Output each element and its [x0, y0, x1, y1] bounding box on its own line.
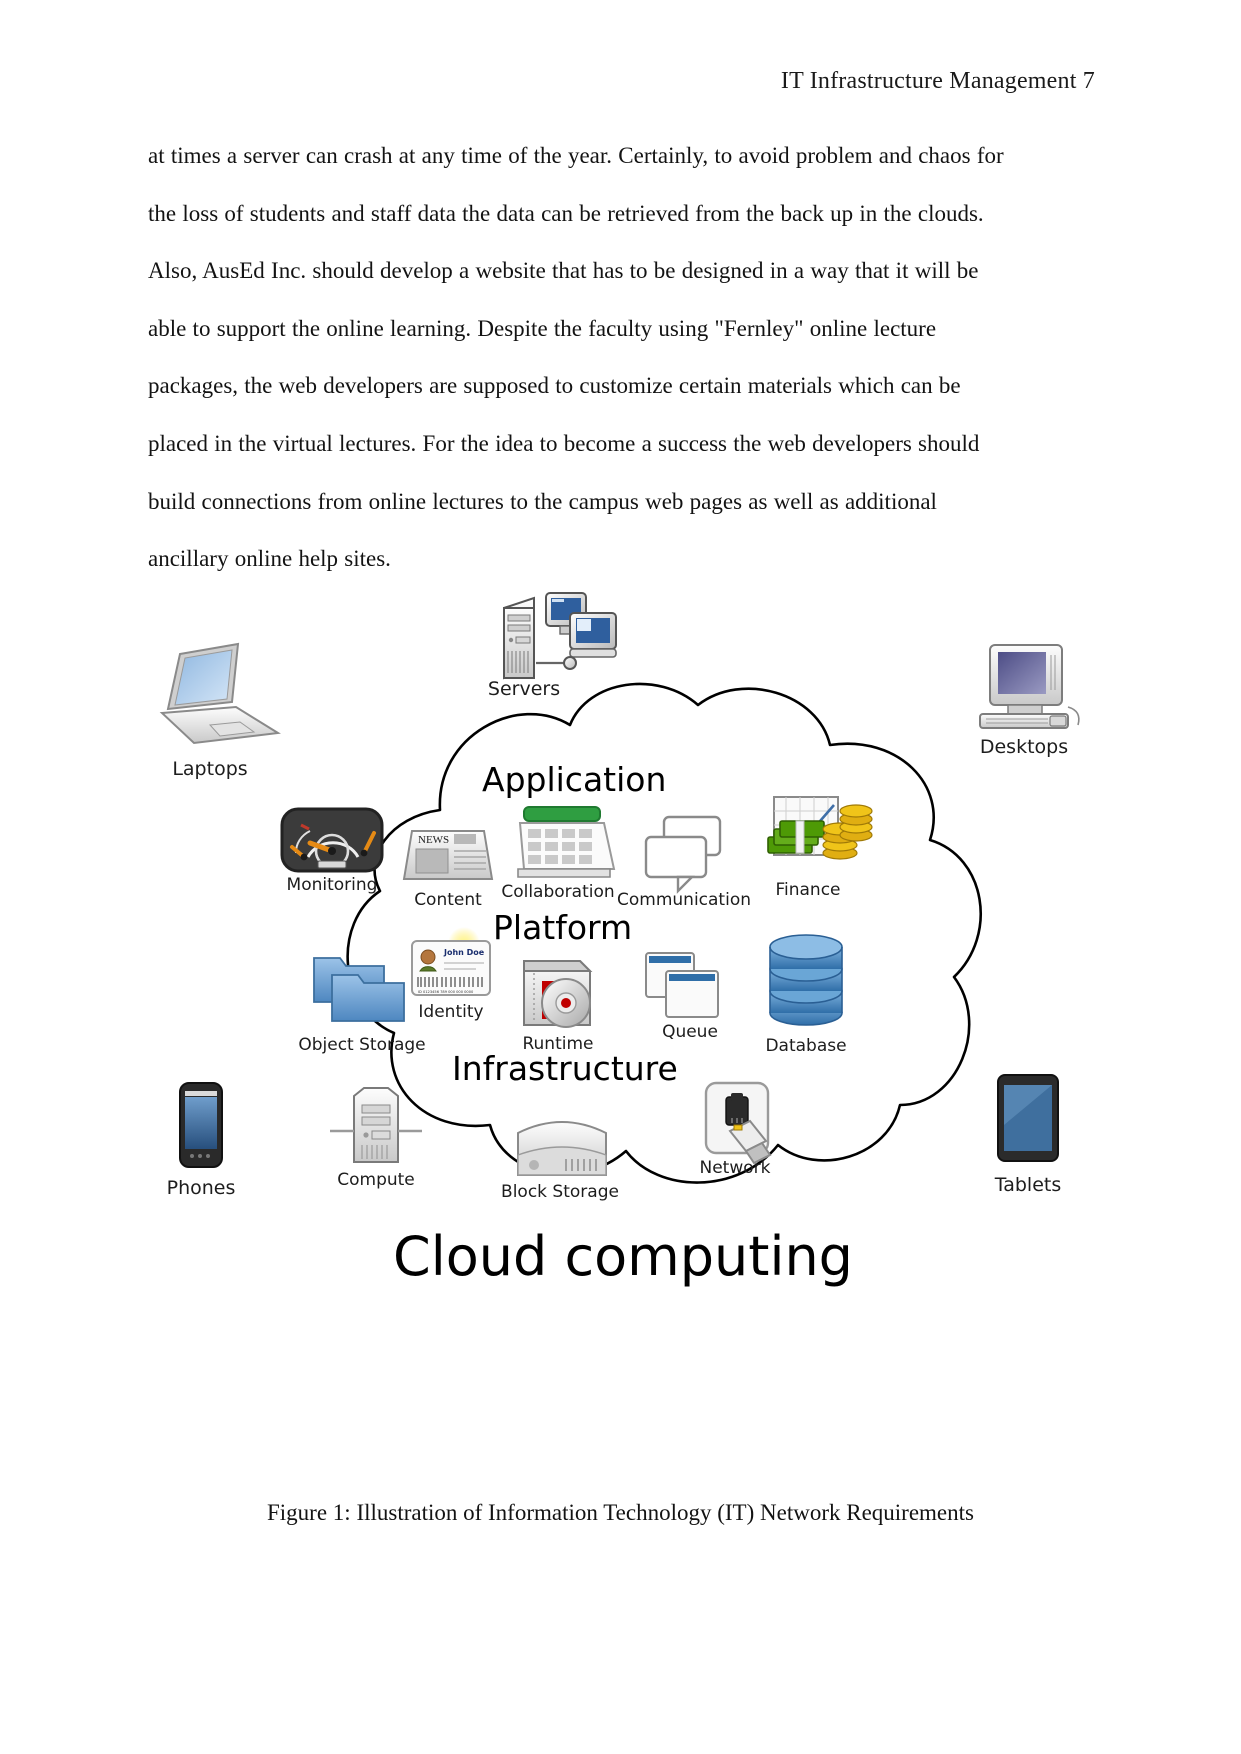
service-monitoring: Monitoring [280, 807, 384, 895]
service-label: Collaboration [501, 882, 614, 902]
service-network: Network [700, 1081, 772, 1178]
calendar-icon [517, 806, 616, 878]
desktop-icon [979, 644, 1080, 729]
external-device-label: Tablets [994, 1174, 1061, 1196]
cloud-computing-figure: Application Platform Infrastructure Serv… [118, 585, 1128, 1325]
service-runtime: Runtime [522, 960, 594, 1054]
service-label: Database [765, 1036, 846, 1056]
service-label: Identity [418, 1002, 483, 1022]
service-label: Queue [662, 1022, 718, 1042]
layer-title-application: Application [482, 760, 666, 799]
disc-box-icon [523, 960, 593, 1028]
diagram-title: Cloud computing [393, 1225, 853, 1288]
body-paragraph: at times a server can crash at any time … [148, 127, 1083, 588]
external-device-servers: Servers [488, 592, 617, 700]
gauge-icon [280, 807, 384, 873]
external-device-desktops: Desktops [979, 644, 1080, 758]
body-line: able to support the online learning. Des… [148, 315, 937, 341]
cloud-outline [346, 682, 982, 1184]
service-compute: Compute [330, 1087, 422, 1190]
newspaper-icon: NEWS [402, 830, 494, 880]
network-jack-icon [704, 1081, 772, 1165]
body-line: placed in the virtual lectures. For the … [148, 430, 980, 456]
service-label: Block Storage [501, 1182, 619, 1202]
service-database: Database [765, 934, 847, 1056]
service-label: Content [414, 890, 482, 910]
body-line: at times a server can crash at any time … [148, 143, 1004, 168]
external-device-label: Servers [488, 678, 560, 700]
identity-barcode-caption: ID 0123456 789 000 000 0000 [418, 990, 474, 994]
layer-title-platform: Platform [493, 908, 632, 947]
external-device-label: Desktops [980, 736, 1068, 758]
service-block-storage: Block Storage [501, 1121, 619, 1202]
external-device-phones: Phones [167, 1082, 236, 1199]
newspaper-masthead: NEWS [418, 834, 449, 846]
body-line: build connections from online lectures t… [148, 488, 937, 514]
figure-caption: Figure 1: Illustration of Information Te… [267, 1500, 974, 1525]
service-label: Finance [775, 880, 840, 900]
body-line: the loss of students and staff data the … [148, 200, 984, 226]
service-label: Communication [617, 890, 751, 910]
service-label: Object Storage [298, 1035, 425, 1055]
hard-drive-icon [517, 1121, 607, 1176]
tablet-icon [997, 1074, 1059, 1162]
service-label: Runtime [522, 1034, 593, 1054]
body-line: packages, the web developers are suppose… [148, 373, 961, 399]
external-device-laptops: Laptops [159, 642, 281, 780]
body-line: ancillary online help sites. [148, 546, 391, 572]
service-identity: John Doe ID 0123456 789 000 000 0000 Ide… [411, 927, 491, 1022]
service-label: Network [700, 1158, 771, 1178]
laptop-icon [159, 642, 281, 745]
page-header: IT Infrastructure Management 7 [780, 68, 1095, 94]
service-label: Compute [337, 1170, 415, 1190]
service-content: NEWS Content [402, 830, 494, 910]
layer-title-infrastructure: Infrastructure [452, 1049, 678, 1088]
body-line: Also, AusEd Inc. should develop a websit… [148, 258, 979, 284]
servers-icon [503, 592, 617, 680]
document-page: IT Infrastructure Management 7 at times … [0, 0, 1241, 1754]
phone-icon [179, 1082, 223, 1168]
identity-name: John Doe [443, 948, 485, 957]
service-label: Monitoring [287, 875, 378, 895]
external-device-label: Laptops [172, 758, 247, 780]
external-device-tablets: Tablets [994, 1074, 1061, 1196]
database-cylinder-icon [769, 934, 843, 1026]
external-device-label: Phones [167, 1177, 236, 1199]
